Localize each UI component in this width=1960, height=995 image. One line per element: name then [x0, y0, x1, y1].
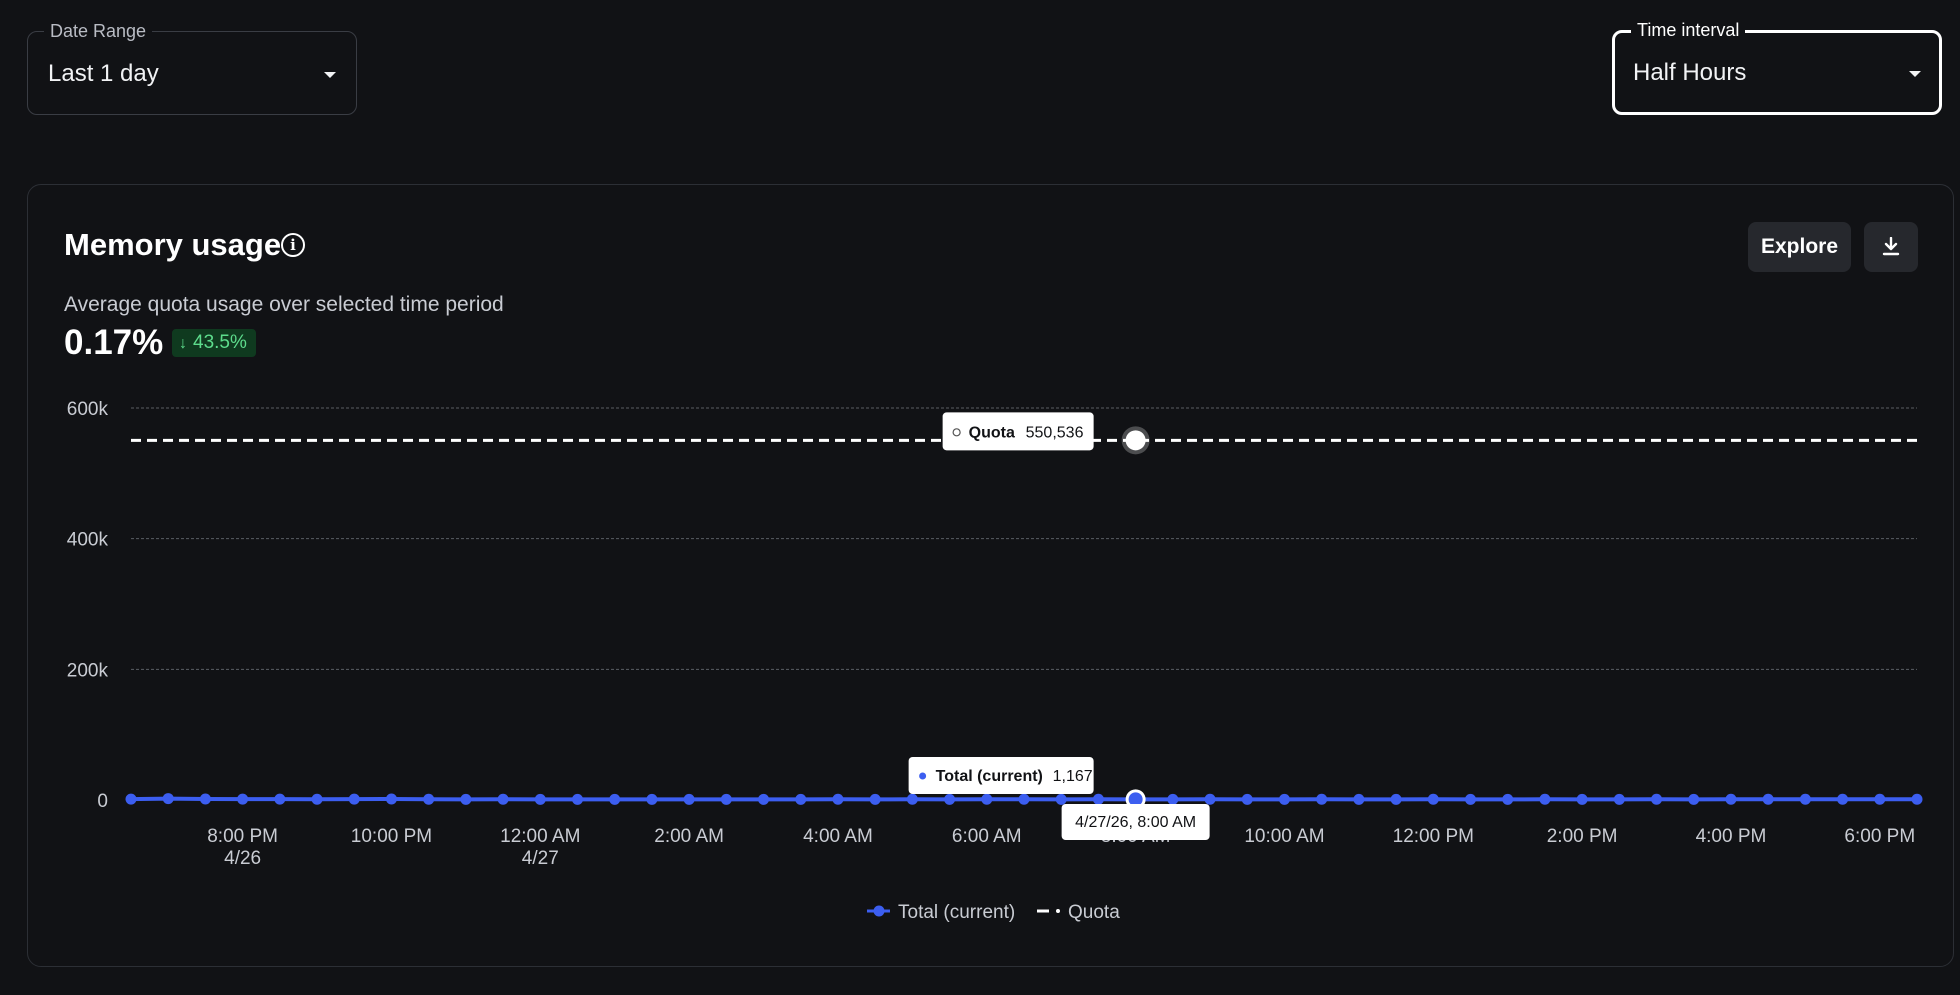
date-range-select[interactable]: Date Range Last 1 day [27, 21, 357, 115]
download-icon [1882, 236, 1900, 256]
change-badge: ↓ 43.5% [172, 329, 256, 357]
card-subtitle: Average quota usage over selected time p… [64, 293, 504, 316]
memory-usage-card: Memory usage i Explore Average quota usa… [27, 184, 1954, 967]
info-icon[interactable]: i [281, 233, 305, 257]
change-value: 43.5% [193, 332, 247, 353]
card-title: Memory usage [64, 227, 282, 262]
date-range-label: Date Range [44, 21, 153, 41]
chevron-down-icon [324, 72, 336, 78]
average-usage-value: 0.17% [64, 323, 164, 362]
date-range-value: Last 1 day [48, 60, 159, 87]
time-interval-label: Time interval [1631, 20, 1746, 40]
time-interval-select[interactable]: Time interval Half Hours [1612, 20, 1942, 115]
download-button[interactable] [1864, 222, 1918, 272]
explore-button[interactable]: Explore [1748, 222, 1851, 272]
time-interval-value: Half Hours [1633, 59, 1747, 86]
chevron-down-icon [1909, 71, 1921, 77]
arrow-down-icon: ↓ [179, 335, 187, 352]
